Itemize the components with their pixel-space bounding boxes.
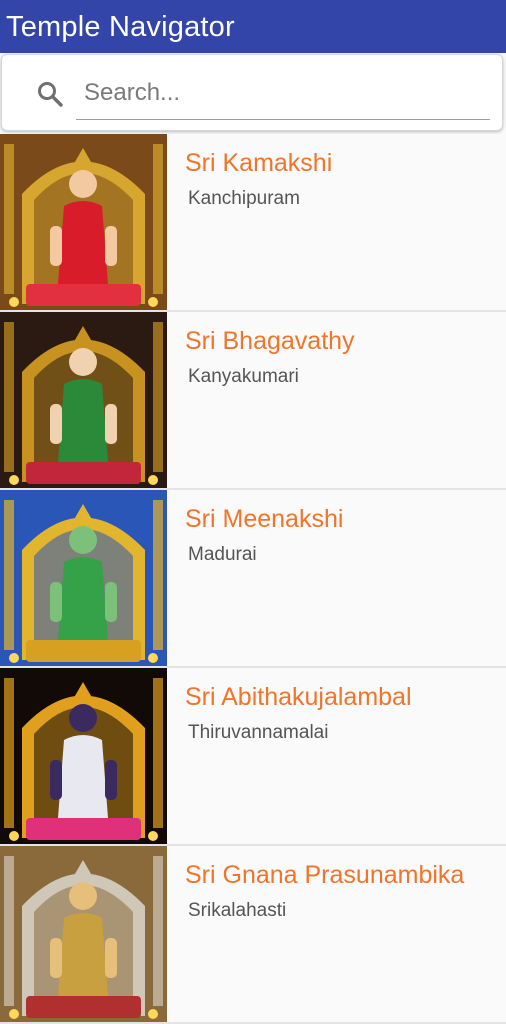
search-card[interactable]	[1, 54, 503, 131]
deity-image	[0, 668, 167, 844]
deity-image	[0, 846, 167, 1022]
temple-location: Kanchipuram	[188, 188, 300, 209]
temple-list-item[interactable]: Sri Abithakujalambal Thiruvannamalai	[0, 668, 506, 846]
temple-location: Srikalahasti	[188, 900, 287, 921]
temple-location: Kanyakumari	[188, 366, 299, 387]
temple-list[interactable]: Sri Kamakshi Kanchipuram Sri Bhagavathy …	[0, 134, 506, 1024]
temple-name: Sri Kamakshi	[185, 149, 333, 177]
temple-list-item[interactable]: Sri Kamakshi Kanchipuram	[0, 134, 506, 312]
temple-name: Sri Meenakshi	[185, 505, 344, 533]
temple-name: Sri Bhagavathy	[185, 327, 355, 355]
app-title: Temple Navigator	[6, 11, 235, 43]
temple-location: Madurai	[188, 544, 257, 565]
app-bar: Temple Navigator	[0, 0, 506, 53]
temple-name: Sri Gnana Prasunambika	[185, 861, 465, 889]
search-input[interactable]	[84, 75, 482, 111]
search-icon	[38, 82, 63, 107]
temple-list-item[interactable]: Sri Gnana Prasunambika Srikalahasti	[0, 846, 506, 1024]
temple-location: Thiruvannamalai	[188, 722, 329, 743]
deity-image	[0, 134, 167, 310]
search-underline	[76, 119, 490, 120]
deity-image	[0, 490, 167, 666]
temple-list-item[interactable]: Sri Bhagavathy Kanyakumari	[0, 312, 506, 490]
temple-name: Sri Abithakujalambal	[185, 683, 412, 711]
deity-image	[0, 312, 167, 488]
temple-list-item[interactable]: Sri Meenakshi Madurai	[0, 490, 506, 668]
